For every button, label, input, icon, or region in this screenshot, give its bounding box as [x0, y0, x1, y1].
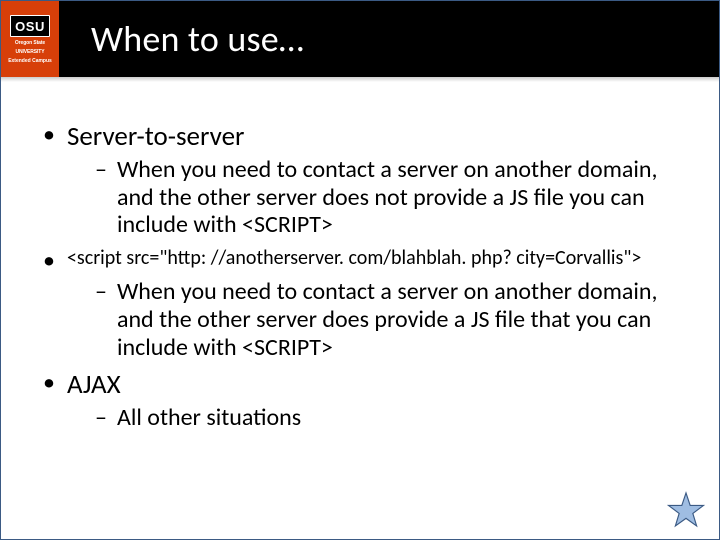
sub-bullet-text: When you need to contact a server on ano… [117, 156, 677, 239]
sub-bullet-text: When you need to contact a server on ano… [117, 278, 677, 361]
sub-bullet: When you need to contact a server on ano… [95, 156, 677, 239]
osu-logo-line3: Extended Campus [8, 58, 52, 64]
bullet-server-to-server: Server-to-server When you need to contac… [43, 121, 677, 239]
bullet-ajax: AJAX All other situations [43, 369, 677, 432]
osu-logo: OSU Oregon State UNIVERSITY Extended Cam… [1, 1, 59, 77]
bullet-text: AJAX [67, 369, 121, 400]
sub-bullet-text: All other situations [117, 404, 301, 432]
bullet-script-tag: <script src="http: //anotherserver. com/… [43, 247, 677, 361]
slide-body: Server-to-server When you need to contac… [1, 77, 719, 432]
bullet-list: Server-to-server When you need to contac… [43, 121, 677, 432]
bullet-text: <script src="http: //anotherserver. com/… [67, 247, 641, 275]
slide-header: OSU Oregon State UNIVERSITY Extended Cam… [1, 1, 719, 77]
sub-bullet: When you need to contact a server on ano… [95, 278, 677, 361]
star-icon [667, 491, 705, 529]
header-shadow [1, 77, 719, 82]
sub-list: All other situations [95, 404, 677, 432]
slide: OSU Oregon State UNIVERSITY Extended Cam… [0, 0, 720, 540]
osu-logo-line2: UNIVERSITY [15, 49, 44, 55]
bullet-text: Server-to-server [67, 121, 244, 152]
slide-title: When to use… [59, 1, 304, 77]
sub-list: When you need to contact a server on ano… [95, 156, 677, 239]
osu-logo-abbr: OSU [10, 15, 50, 37]
sub-list: When you need to contact a server on ano… [95, 278, 677, 361]
osu-logo-line1: Oregon State [15, 40, 45, 46]
sub-bullet: All other situations [95, 404, 677, 432]
